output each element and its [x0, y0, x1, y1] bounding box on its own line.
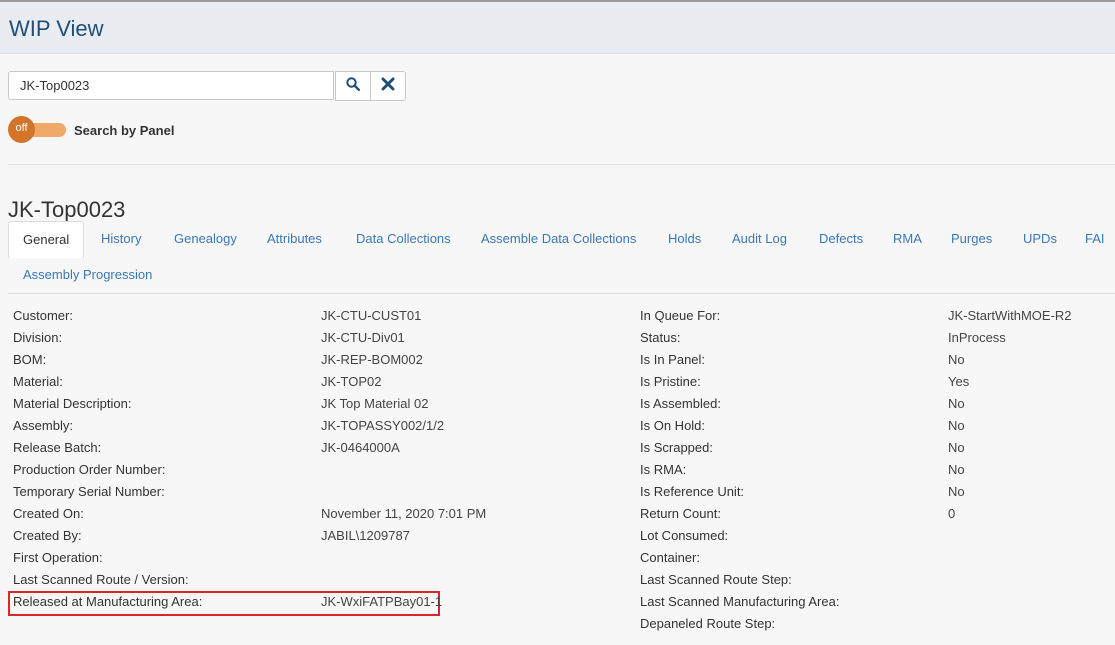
search-by-panel-label: Search by Panel: [74, 123, 175, 138]
release-batch-value: JK-0464000A: [321, 440, 400, 455]
divider: [8, 164, 1115, 165]
bom-value: JK-REP-BOM002: [321, 352, 423, 367]
is-on-hold-value: No: [948, 418, 965, 433]
is-rma-label: Is RMA:: [640, 462, 687, 477]
is-assembled-label: Is Assembled:: [640, 396, 721, 411]
depaneled-route-step-label: Depaneled Route Step:: [640, 616, 776, 631]
created-on-value: November 11, 2020 7:01 PM: [321, 506, 487, 521]
status-label: Status:: [640, 330, 681, 345]
customer-value: JK-CTU-CUST01: [321, 308, 422, 323]
is-pristine-label: Is Pristine:: [640, 374, 701, 389]
material-description-label: Material Description:: [13, 396, 132, 411]
status-value: InProcess: [948, 330, 1006, 345]
assembly-value: JK-TOPASSY002/1/2: [321, 418, 445, 433]
released-at-manufacturing-area-label: Released at Manufacturing Area:: [13, 594, 203, 609]
item-title: JK-Top0023: [8, 197, 126, 222]
division-value: JK-CTU-Div01: [321, 330, 405, 345]
tab-purges[interactable]: Purges: [951, 231, 992, 246]
material-label: Material:: [13, 374, 63, 389]
in-queue-for-label: In Queue For:: [640, 308, 721, 323]
last-scanned-route-version-label: Last Scanned Route / Version:: [13, 572, 189, 587]
material-description-value: JK Top Material 02: [321, 396, 429, 411]
search-by-panel-toggle[interactable]: off: [8, 116, 66, 144]
is-scrapped-label: Is Scrapped:: [640, 440, 713, 455]
temporary-serial-number-label: Temporary Serial Number:: [13, 484, 165, 499]
is-scrapped-value: No: [948, 440, 965, 455]
tab-audit-log[interactable]: Audit Log: [732, 231, 787, 246]
search-button[interactable]: [335, 71, 371, 101]
tab-history[interactable]: History: [101, 231, 141, 246]
tab-assemble-data-collections[interactable]: Assemble Data Collections: [481, 231, 636, 246]
created-by-value: JABIL\1209787: [321, 528, 410, 543]
is-on-hold-label: Is On Hold:: [640, 418, 706, 433]
lot-consumed-label: Lot Consumed:: [640, 528, 729, 543]
tab-fai[interactable]: FAI: [1085, 231, 1105, 246]
in-queue-for-value: JK-StartWithMOE-R2: [948, 308, 1072, 323]
tab-data-collections[interactable]: Data Collections: [356, 231, 451, 246]
return-count-label: Return Count:: [640, 506, 721, 521]
tab-general[interactable]: General: [8, 221, 85, 258]
tab-bar-border: [8, 293, 1115, 294]
return-count-value: 0: [948, 506, 956, 521]
search-input[interactable]: [8, 71, 334, 100]
tab-attributes[interactable]: Attributes: [267, 231, 322, 246]
material-value: JK-TOP02: [321, 374, 382, 389]
created-on-label: Created On:: [13, 506, 84, 521]
tab-defects[interactable]: Defects: [819, 231, 863, 246]
is-reference-unit-label: Is Reference Unit:: [640, 484, 745, 499]
search-icon: [346, 76, 361, 96]
close-icon: [381, 77, 395, 96]
last-scanned-route-step-label: Last Scanned Route Step:: [640, 572, 792, 587]
tab-assembly-progression[interactable]: Assembly Progression: [23, 267, 152, 282]
toggle-knob: off: [8, 116, 35, 143]
division-label: Division:: [13, 330, 63, 345]
page-title: WIP View: [9, 16, 104, 41]
production-order-number-label: Production Order Number:: [13, 462, 166, 477]
is-in-panel-value: No: [948, 352, 965, 367]
tab-upds[interactable]: UPDs: [1023, 231, 1057, 246]
is-in-panel-label: Is In Panel:: [640, 352, 706, 367]
created-by-label: Created By:: [13, 528, 82, 543]
first-operation-label: First Operation:: [13, 550, 103, 565]
is-pristine-value: Yes: [948, 374, 970, 389]
page-header: WIP View: [0, 2, 1115, 54]
container-label: Container:: [640, 550, 700, 565]
assembly-label: Assembly:: [13, 418, 73, 433]
is-rma-value: No: [948, 462, 965, 477]
last-scanned-manufacturing-area-label: Last Scanned Manufacturing Area:: [640, 594, 840, 609]
tab-holds[interactable]: Holds: [668, 231, 701, 246]
bom-label: BOM:: [13, 352, 47, 367]
tab-rma[interactable]: RMA: [893, 231, 922, 246]
clear-button[interactable]: [370, 71, 406, 101]
customer-label: Customer:: [13, 308, 73, 323]
released-at-manufacturing-area-value: JK-WxiFATPBay01-1: [321, 594, 443, 609]
tab-genealogy[interactable]: Genealogy: [174, 231, 237, 246]
is-assembled-value: No: [948, 396, 965, 411]
release-batch-label: Release Batch:: [13, 440, 102, 455]
is-reference-unit-value: No: [948, 484, 965, 499]
